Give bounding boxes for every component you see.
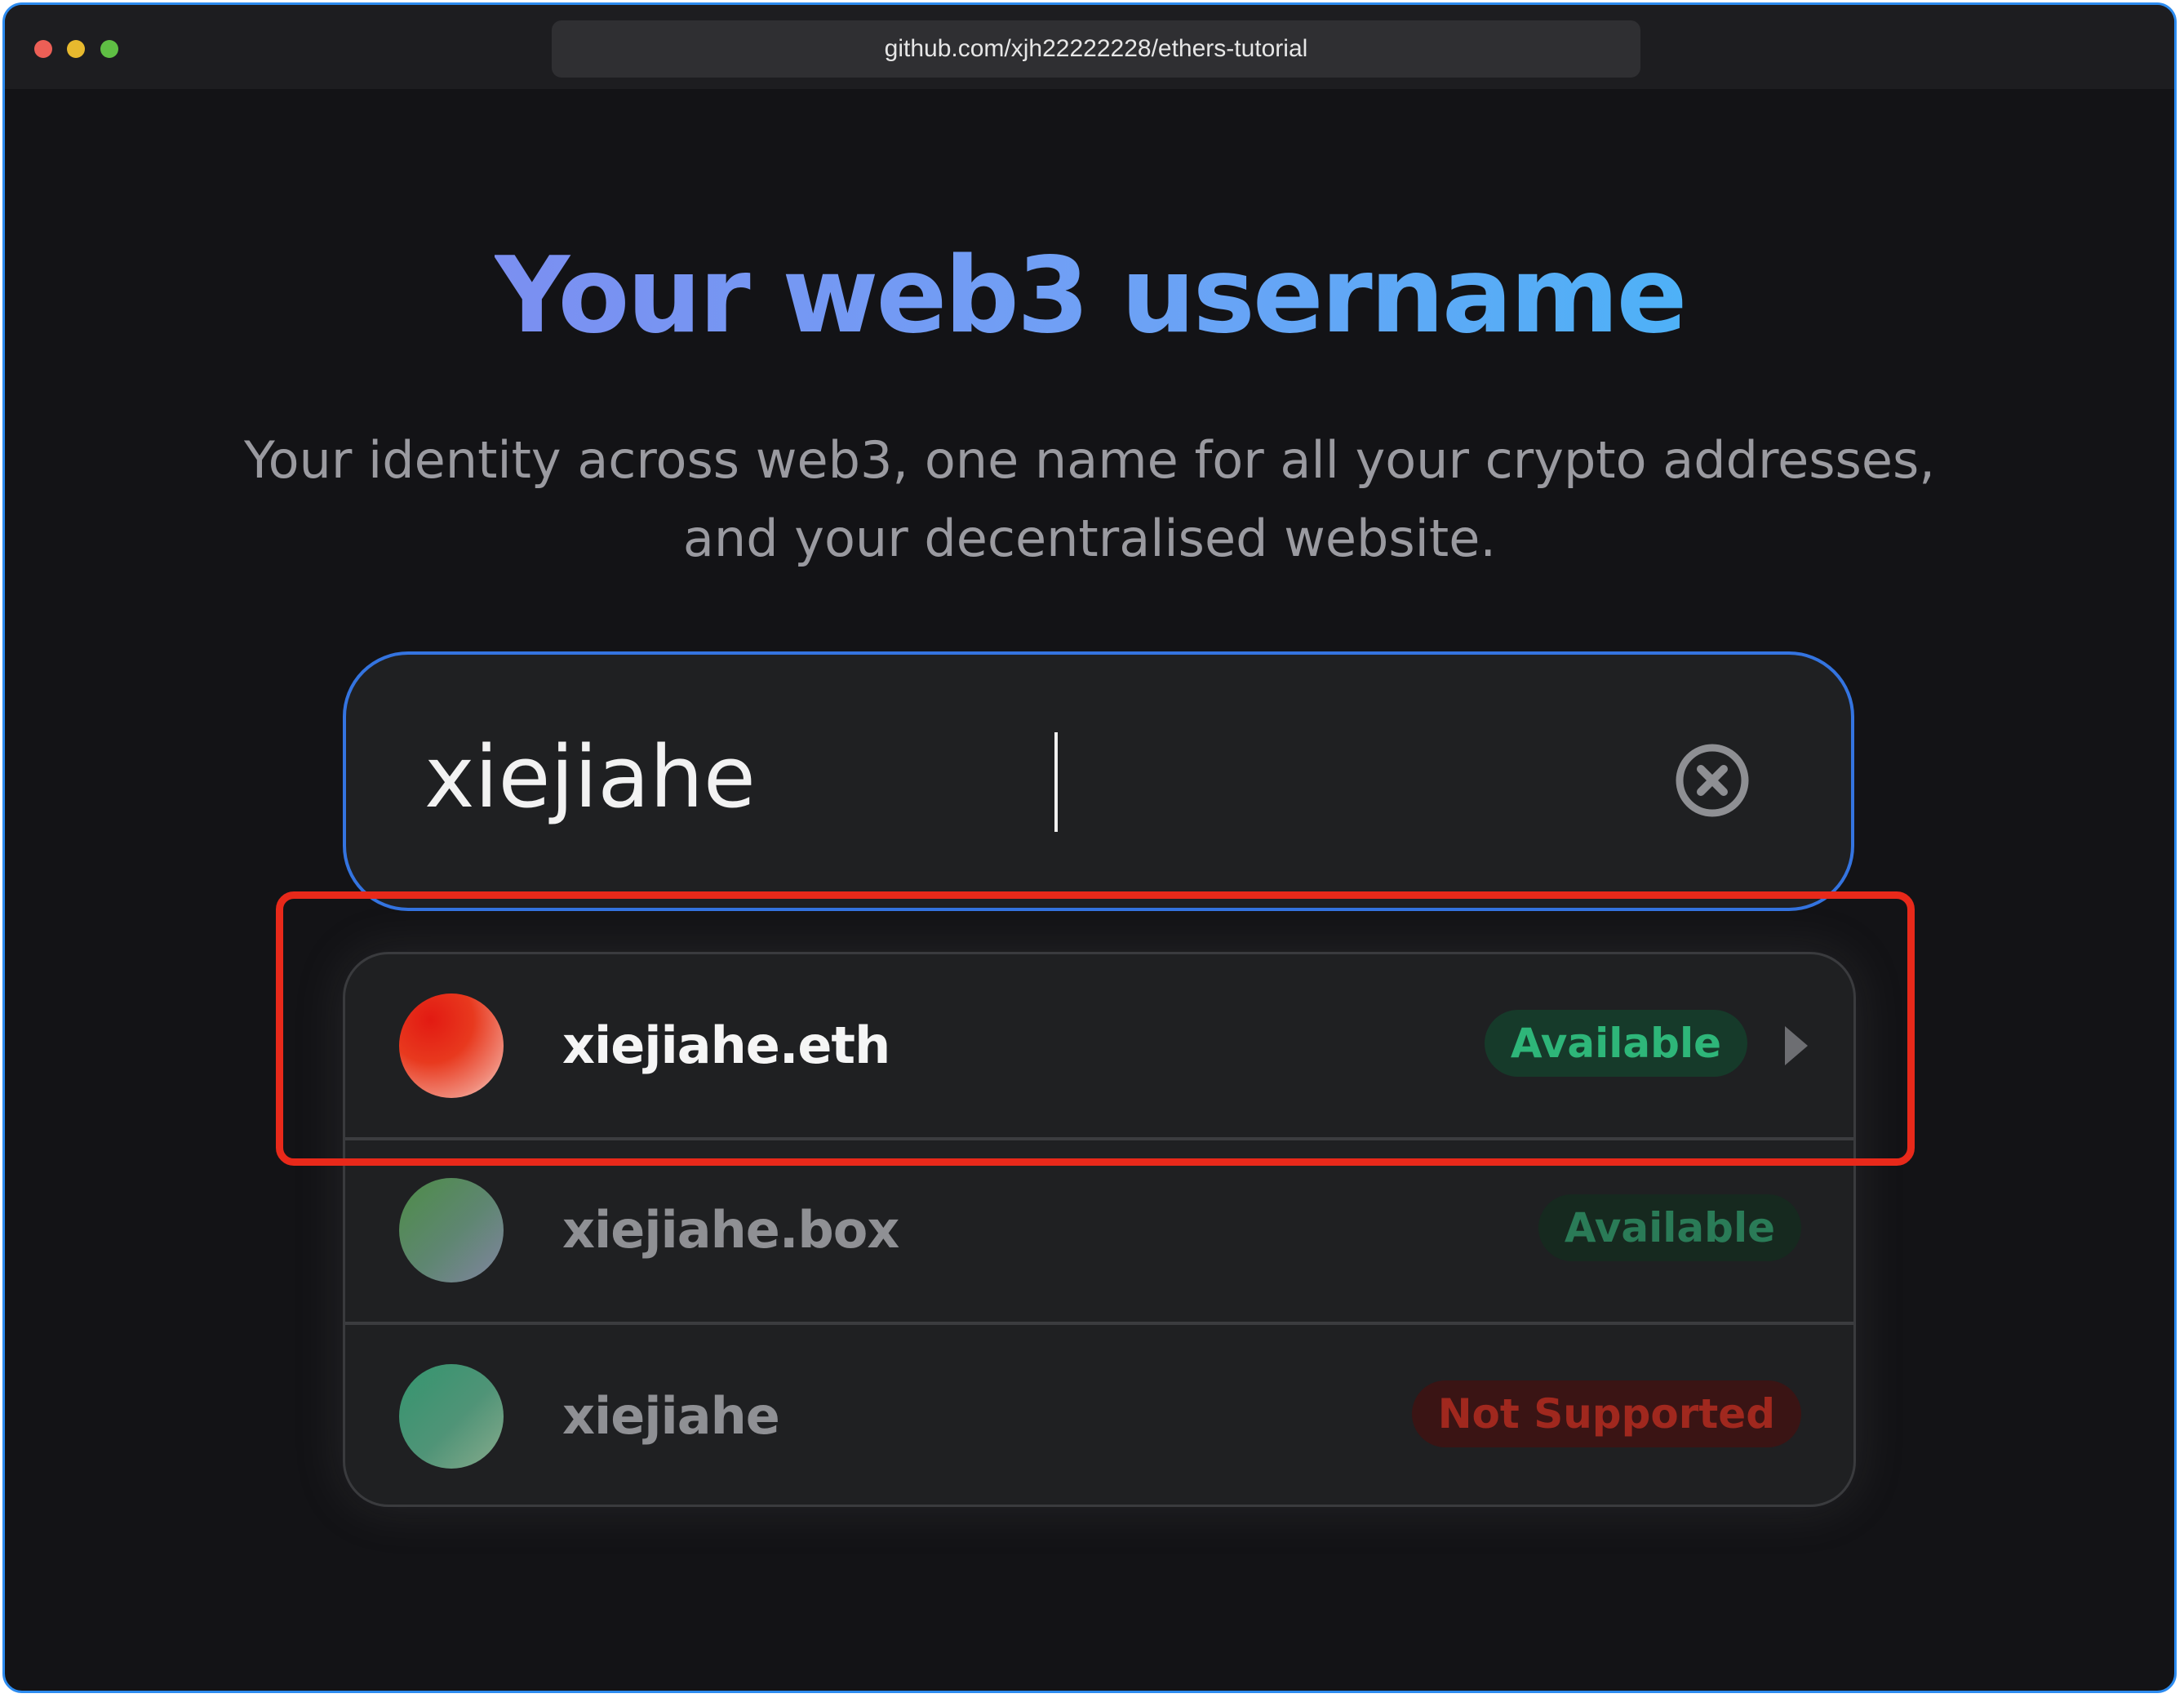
result-item-plain[interactable]: xiejiahe Not Supported [345, 1325, 1853, 1505]
page-subtitle: Your identity across web3, one name for … [168, 421, 2011, 578]
avatar [399, 1178, 504, 1282]
status-badge: Available [1484, 1010, 1747, 1077]
close-window-button[interactable] [34, 40, 52, 58]
results-list: xiejiahe.eth Available xiejiahe.box Avai… [343, 952, 1856, 1507]
status-badge: Not Supported [1411, 1380, 1801, 1447]
minimize-window-button[interactable] [67, 40, 85, 58]
text-caret [1054, 732, 1058, 832]
page-title-text: Your web3 username [494, 235, 1688, 357]
title-bar: github.com/xjh22222228/ethers-tutorial [5, 5, 2174, 89]
page-title: Your web3 username [5, 235, 2174, 358]
result-name: xiejiahe [562, 1386, 780, 1446]
clear-search-button[interactable] [1673, 741, 1751, 820]
search-input[interactable] [424, 720, 1567, 834]
search-box [343, 651, 1854, 911]
subtitle-line-2: and your decentralised website. [682, 509, 1497, 568]
maximize-window-button[interactable] [100, 40, 118, 58]
subtitle-line-1: Your identity across web3, one name for … [243, 430, 1935, 490]
close-circle-icon [1676, 744, 1749, 817]
result-item-eth[interactable]: xiejiahe.eth Available [345, 954, 1853, 1140]
avatar [399, 993, 504, 1098]
browser-window: github.com/xjh22222228/ethers-tutorial Y… [2, 2, 2177, 1693]
avatar [399, 1364, 504, 1469]
chevron-right-icon [1785, 1026, 1808, 1065]
result-name: xiejiahe.box [562, 1200, 899, 1260]
result-name: xiejiahe.eth [562, 1016, 890, 1075]
result-item-box[interactable]: xiejiahe.box Available [345, 1139, 1853, 1325]
address-bar-url: github.com/xjh22222228/ethers-tutorial [884, 35, 1308, 62]
status-badge: Available [1538, 1194, 1801, 1261]
address-bar[interactable]: github.com/xjh22222228/ethers-tutorial [552, 20, 1640, 78]
